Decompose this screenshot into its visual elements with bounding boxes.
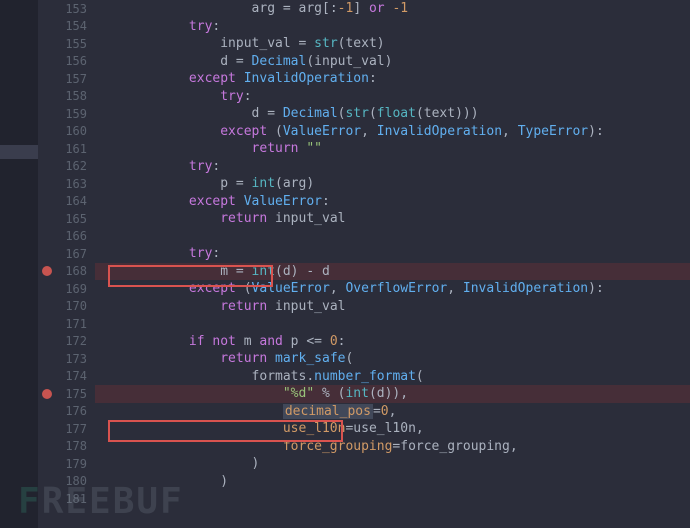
- watermark: FREEBUF: [0, 481, 184, 528]
- sidebar-strip: [0, 0, 38, 528]
- code-line[interactable]: try:: [95, 245, 690, 263]
- line-number: 168: [58, 264, 95, 278]
- code-line[interactable]: except ValueError:: [95, 193, 690, 211]
- code-line[interactable]: [95, 490, 690, 508]
- line-number: 179: [58, 457, 95, 471]
- code-line[interactable]: input_val = str(text): [95, 35, 690, 53]
- code-line[interactable]: try:: [95, 88, 690, 106]
- line-number: 164: [58, 194, 95, 208]
- code-line[interactable]: formats.number_format(: [95, 368, 690, 386]
- code-line[interactable]: ): [95, 473, 690, 491]
- line-number: 157: [58, 72, 95, 86]
- line-number: 159: [58, 107, 95, 121]
- line-number: 170: [58, 299, 95, 313]
- code-area[interactable]: arg = arg[:-1] or -1 try: input_val = st…: [95, 0, 690, 528]
- code-line[interactable]: except (ValueError, InvalidOperation, Ty…: [95, 123, 690, 141]
- code-line[interactable]: [95, 228, 690, 246]
- line-number: 167: [58, 247, 95, 261]
- code-line[interactable]: decimal_pos=0,: [95, 403, 690, 421]
- line-number: 153: [58, 2, 95, 16]
- code-line[interactable]: except (ValueError, OverflowError, Inval…: [95, 280, 690, 298]
- code-line[interactable]: ): [95, 455, 690, 473]
- code-line[interactable]: return input_val: [95, 210, 690, 228]
- gutter: 153 154 155 156 157 158 159 160 161 162 163 164 165 1…: [0, 0, 95, 528]
- line-number: 154: [58, 19, 95, 33]
- code-line[interactable]: [95, 315, 690, 333]
- code-line[interactable]: return "": [95, 140, 690, 158]
- line-number: 176: [58, 404, 95, 418]
- code-line[interactable]: except InvalidOperation:: [95, 70, 690, 88]
- breakpoint-icon[interactable]: [42, 389, 52, 399]
- breakpoint-icon[interactable]: [42, 266, 52, 276]
- code-line[interactable]: arg = arg[:-1] or -1: [95, 0, 690, 18]
- line-number: 166: [58, 229, 95, 243]
- code-line[interactable]: try:: [95, 18, 690, 36]
- line-number: 163: [58, 177, 95, 191]
- code-line[interactable]: use_l10n=use_l10n,: [95, 420, 690, 438]
- line-number: 169: [58, 282, 95, 296]
- code-line[interactable]: return mark_safe(: [95, 350, 690, 368]
- line-number: 155: [58, 37, 95, 51]
- line-number: 158: [58, 89, 95, 103]
- line-number: 171: [58, 317, 95, 331]
- code-line[interactable]: try:: [95, 158, 690, 176]
- minimap-marker: [0, 145, 38, 159]
- line-number: 165: [58, 212, 95, 226]
- line-number: 172: [58, 334, 95, 348]
- code-line[interactable]: return input_val: [95, 298, 690, 316]
- line-number: 161: [58, 142, 95, 156]
- line-number: 174: [58, 369, 95, 383]
- line-number: 160: [58, 124, 95, 138]
- code-line[interactable]: d = Decimal(input_val): [95, 53, 690, 71]
- code-line[interactable]: d = Decimal(str(float(text))): [95, 105, 690, 123]
- code-line[interactable]: m = int(d) - d: [95, 263, 690, 281]
- line-number: 173: [58, 352, 95, 366]
- code-line[interactable]: "%d" % (int(d)),: [95, 385, 690, 403]
- code-editor[interactable]: 153 154 155 156 157 158 159 160 161 162 163 164 165 1…: [0, 0, 690, 528]
- code-line[interactable]: force_grouping=force_grouping,: [95, 438, 690, 456]
- code-line[interactable]: if not m and p <= 0:: [95, 333, 690, 351]
- line-number: 162: [58, 159, 95, 173]
- line-number: 175: [58, 387, 95, 401]
- code-line[interactable]: p = int(arg): [95, 175, 690, 193]
- line-number: 177: [58, 422, 95, 436]
- line-number: 156: [58, 54, 95, 68]
- line-number: 178: [58, 439, 95, 453]
